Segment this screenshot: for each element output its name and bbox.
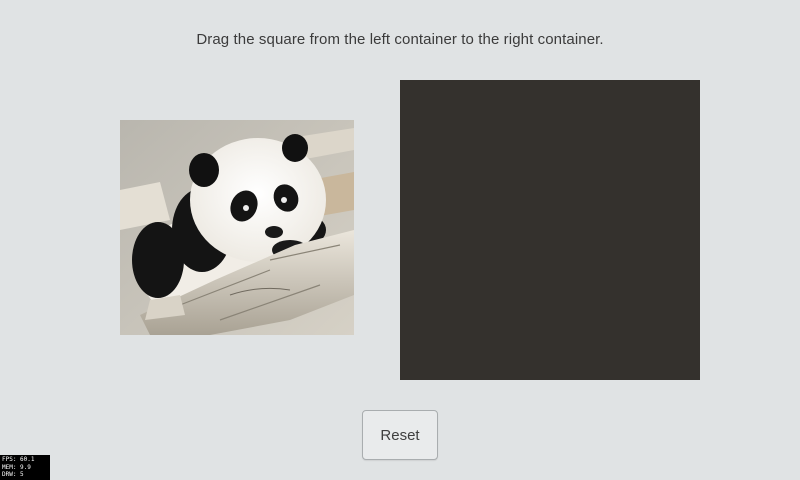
drop-target-container[interactable] (400, 80, 700, 380)
instruction-text: Drag the square from the left container … (196, 31, 604, 48)
debug-stats-overlay: FPS: 60.1 MEM: 9.9 DRW: 5 (0, 455, 50, 480)
drag-drop-stage: Drag the square from the left container … (0, 0, 800, 480)
draw-calls-readout: DRW: 5 (2, 471, 24, 478)
panda-photo (120, 120, 354, 335)
reset-button[interactable]: Reset (362, 410, 438, 460)
mem-readout: MEM: 9.9 (2, 463, 31, 471)
fps-readout: FPS: 60.1 (2, 456, 35, 463)
draggable-panda-square[interactable] (120, 120, 354, 335)
